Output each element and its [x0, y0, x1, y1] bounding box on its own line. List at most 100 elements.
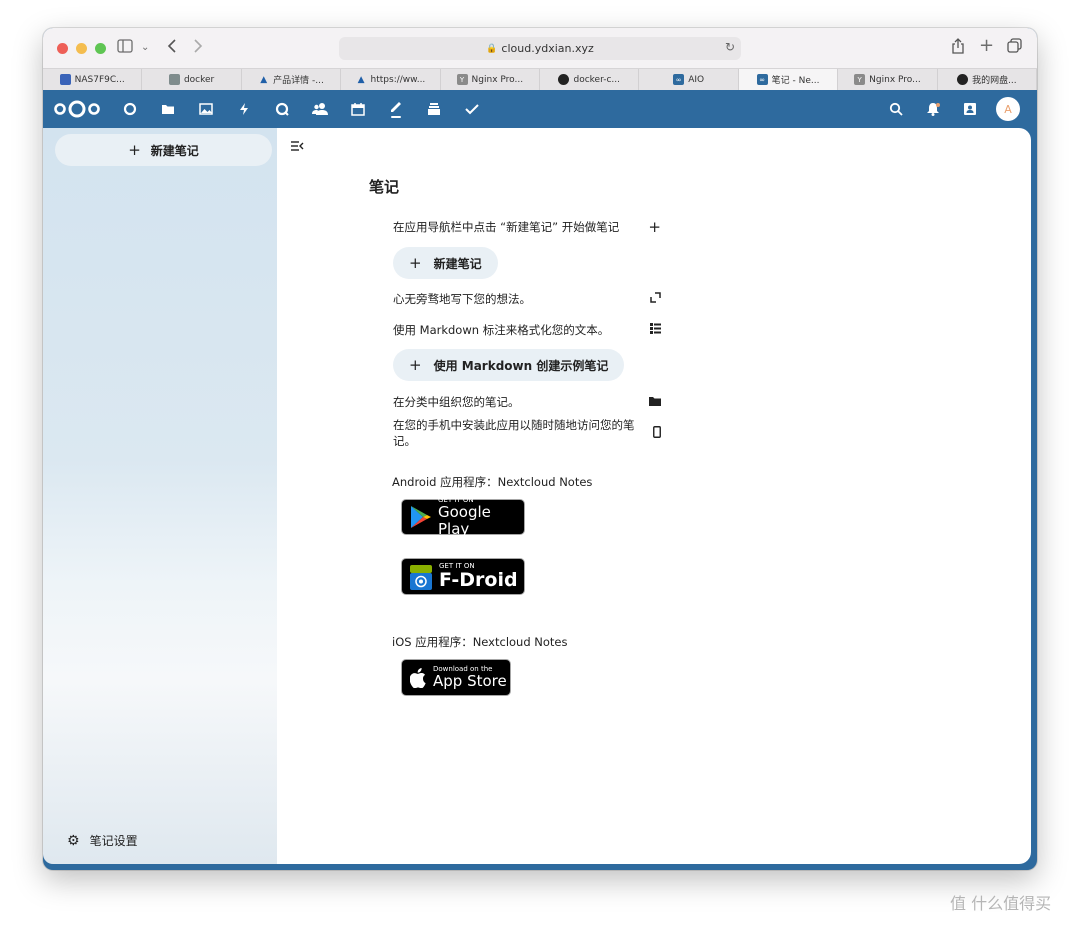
android-app-label: Android 应用程序：Nextcloud Notes [392, 475, 593, 489]
badge-big-text: Google Play [438, 503, 491, 538]
nas-icon [59, 74, 71, 85]
browser-toolbar: ⌄ 🔒 cloud.ydxian.xyz ↻ + [43, 28, 1037, 68]
tasks-icon[interactable] [460, 90, 484, 128]
google-play-icon [410, 505, 432, 529]
notes-settings-label: 笔记设置 [89, 834, 138, 848]
hint-text: 在您的手机中安装此应用以随时随地访问您的笔记。 [393, 418, 635, 448]
plus-icon: + [409, 356, 422, 374]
tab-label: 产品详情 -... [273, 76, 324, 86]
tab-label: 笔记 - Ne... [771, 76, 820, 86]
contacts-icon[interactable] [308, 90, 332, 128]
minimize-window-button[interactable] [76, 43, 87, 54]
hint-categories: 在分类中组织您的笔记。 [393, 393, 661, 411]
markdown-sample-button[interactable]: + 使用 Markdown 创建示例笔记 [393, 349, 625, 381]
mountain-icon: ▲ [357, 74, 365, 85]
github-icon [558, 74, 570, 85]
app-content: 笔记 在应用导航栏中点击 “新建笔记” 开始做笔记 + + 新建笔记 心无旁骛地… [277, 128, 1031, 864]
tab-notes[interactable]: ∞ 笔记 - Ne... [738, 69, 839, 90]
avatar[interactable]: A [996, 97, 1020, 121]
tab-docker-compose[interactable]: docker-c... [540, 69, 640, 90]
badge-big-text: App Store [433, 672, 507, 690]
back-icon[interactable] [167, 38, 177, 58]
search-icon[interactable] [884, 90, 908, 128]
tab-drive[interactable]: 我的网盘... [938, 69, 1037, 90]
tab-label: Nginx Pro... [869, 74, 921, 85]
mountain-icon: ▲ [260, 74, 268, 85]
fullscreen-icon [650, 292, 661, 306]
new-note-pill-button[interactable]: + 新建笔记 [393, 247, 498, 279]
tab-aio[interactable]: ∞ AIO [639, 69, 739, 90]
hint-text: 在分类中组织您的笔记。 [393, 395, 520, 409]
tab-nginx-1[interactable]: Y Nginx Pro... [441, 69, 541, 90]
gear-icon: ⚙ [67, 832, 80, 849]
app-store-badge[interactable]: Download on the App Store [401, 659, 511, 696]
address-bar[interactable]: 🔒 cloud.ydxian.xyz ↻ [339, 37, 741, 60]
new-tab-icon[interactable]: + [979, 36, 994, 56]
google-play-badge[interactable]: GET IT ON Google Play [401, 496, 525, 538]
fdroid-icon [409, 563, 433, 591]
notes-app: + 新建笔记 ⚙ 笔记设置 笔记 在应用导航栏中点击 “新建笔记” 开始做笔记 … [43, 128, 1031, 864]
share-icon[interactable] [951, 38, 965, 59]
plus-icon: + [409, 254, 422, 272]
forward-icon[interactable] [193, 38, 203, 58]
new-note-pill-label: 新建笔记 [433, 256, 482, 271]
tab-nas[interactable]: NAS7F9C... [43, 69, 143, 90]
hint-text: 在应用导航栏中点击 “新建笔记” 开始做笔记 [393, 220, 620, 234]
hint-distraction-free: 心无旁骛地写下您的想法。 [393, 290, 661, 308]
y-icon: Y [854, 74, 866, 85]
activity-icon[interactable] [232, 90, 256, 128]
y-icon: Y [456, 74, 468, 85]
ios-app-label: iOS 应用程序：Nextcloud Notes [392, 635, 568, 649]
plus-icon: + [648, 218, 661, 236]
nextcloud-icon: ∞ [673, 74, 685, 85]
tab-label: https://ww... [370, 74, 426, 85]
hint-text: 使用 Markdown 标注来格式化您的文本。 [393, 323, 610, 337]
photos-icon[interactable] [194, 90, 218, 128]
talk-icon[interactable] [270, 90, 294, 128]
tab-https[interactable]: ▲ https://ww... [341, 69, 441, 90]
hint-new-note: 在应用导航栏中点击 “新建笔记” 开始做笔记 + [393, 218, 661, 236]
reload-icon[interactable]: ↻ [725, 40, 735, 54]
fdroid-badge[interactable]: GET IT ON F-Droid [401, 558, 525, 595]
calendar-icon[interactable] [346, 90, 370, 128]
badge-big-text: F-Droid [439, 569, 518, 591]
hint-mobile: 在您的手机中安装此应用以随时随地访问您的笔记。 [393, 418, 661, 448]
tab-overview-icon[interactable] [1007, 38, 1022, 58]
sidebar-toggle-icon[interactable] [117, 38, 133, 58]
zoom-window-button[interactable] [95, 43, 106, 54]
phone-icon [653, 425, 661, 441]
nextcloud-header: A [43, 90, 1037, 128]
drive-icon [957, 74, 969, 85]
hint-markdown: 使用 Markdown 标注来格式化您的文本。 [393, 321, 661, 339]
deck-icon[interactable] [422, 90, 446, 128]
plus-icon: + [128, 141, 141, 159]
url-text: cloud.ydxian.xyz [501, 42, 594, 55]
contacts-menu-icon[interactable] [958, 90, 982, 128]
docker-icon [168, 74, 180, 85]
tab-label: NAS7F9C... [74, 74, 125, 85]
tab-product[interactable]: ▲ 产品详情 -... [242, 69, 342, 90]
list-icon [650, 323, 661, 337]
notes-settings-button[interactable]: ⚙ 笔记设置 [67, 832, 138, 849]
tab-docker[interactable]: docker [142, 69, 242, 90]
notifications-icon[interactable] [921, 90, 945, 128]
tab-label: docker-c... [573, 74, 620, 85]
nextcloud-logo[interactable] [53, 99, 101, 123]
nextcloud-icon: ∞ [756, 74, 768, 85]
avatar-letter: A [1004, 102, 1012, 116]
chevron-down-icon[interactable]: ⌄ [141, 38, 149, 58]
notes-icon[interactable] [384, 90, 408, 128]
navigation-toggle-icon[interactable] [290, 140, 304, 156]
tab-nginx-2[interactable]: Y Nginx Pro... [838, 69, 938, 90]
tab-label: Nginx Pro... [471, 74, 524, 85]
files-icon[interactable] [156, 90, 180, 128]
page-title: 笔记 [369, 178, 400, 196]
app-navigation: + 新建笔记 ⚙ 笔记设置 [43, 128, 277, 864]
dashboard-icon[interactable] [118, 90, 142, 128]
folder-icon [649, 395, 661, 409]
lock-icon: 🔒 [486, 43, 498, 54]
tab-bar: NAS7F9C... docker ▲ 产品详情 -... ▲ https://ww… [43, 68, 1037, 90]
close-window-button[interactable] [57, 43, 68, 54]
new-note-label: 新建笔记 [150, 143, 199, 158]
new-note-button[interactable]: + 新建笔记 [55, 134, 272, 166]
